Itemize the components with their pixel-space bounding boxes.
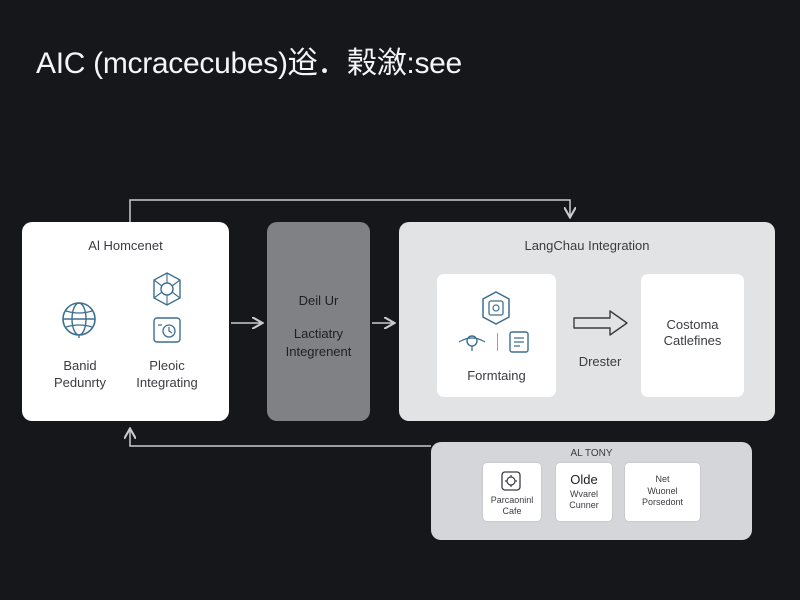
card-divider	[497, 333, 498, 351]
custom-line2: Catlefines	[663, 333, 722, 348]
tony-item-1-line1: Parcaoninl	[490, 495, 534, 505]
custom-line1: Costoma	[666, 317, 719, 332]
top-loop-connector	[129, 199, 570, 222]
deil-line1: Deil Ur	[298, 293, 339, 308]
hollow-arrow-icon	[573, 310, 628, 336]
deil-line2: Lactiatry	[293, 326, 344, 341]
tony-item-3-line2: Wuonel	[647, 486, 678, 496]
item-right-line2: Integrating	[136, 375, 198, 390]
tony-item-2-line3: Cunner	[569, 500, 599, 510]
hexagon-chip-icon	[482, 291, 510, 325]
tony-item-2-line1: Olde	[570, 472, 598, 487]
deil-line3: Integrenent	[285, 344, 352, 359]
item-left-line2: Pedunrty	[53, 375, 107, 390]
tony-item-3-line1: Net	[655, 474, 670, 484]
clock-panel-icon	[153, 317, 181, 343]
location-pin-icon	[458, 335, 486, 351]
langchau-heading: LangChau Integration	[524, 238, 650, 253]
gear-doc-icon	[501, 471, 521, 491]
formatting-label: Formtaing	[467, 368, 526, 383]
tony-item-3-line3: Porsedont	[641, 497, 684, 507]
item-right-line1: Pleoic	[149, 358, 185, 373]
globe-icon	[62, 302, 96, 338]
tony-item-2-line2: Wvarel	[569, 489, 598, 499]
document-grid-icon	[509, 331, 529, 353]
homcenet-heading: Al Homcenet	[88, 238, 163, 253]
tony-item-1-line2: Cafe	[502, 506, 522, 516]
arrow-label: Drester	[578, 354, 622, 369]
deil-panel	[267, 222, 370, 421]
tony-heading: AL TONY	[570, 448, 613, 459]
item-left-line1: Banid	[63, 358, 97, 373]
bottom-loop-connector	[130, 430, 431, 447]
network-node-icon	[153, 272, 181, 306]
